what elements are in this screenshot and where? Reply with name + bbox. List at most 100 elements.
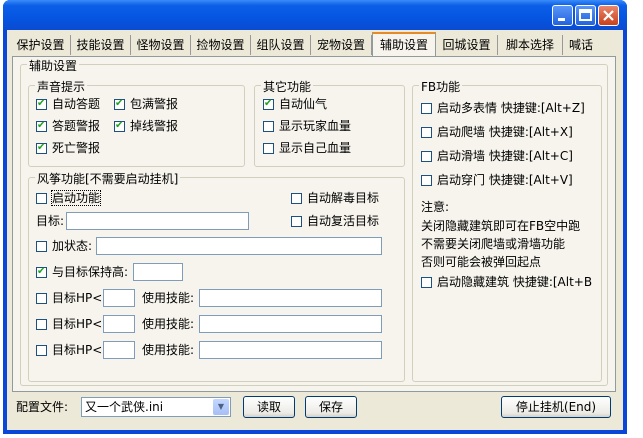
config-file-value: 又一个武侠.ini [85,400,164,414]
tab-skills[interactable]: 技能设置 [71,35,131,55]
maximize-button[interactable] [575,5,596,26]
note-title: 注意: [421,200,450,214]
checkbox-icon [36,97,47,111]
kite-function-title: 风筝功能[不需要启动挂机] [35,170,181,187]
checkbox-icon [263,121,274,132]
checkbox-icon [421,277,432,288]
hide-building-checkbox[interactable]: 启动隐藏建筑 快捷键:[Alt+B [421,274,592,290]
checkbox-label: 包满警报 [130,97,179,111]
skill-input-3[interactable] [199,341,382,359]
checkbox-icon [263,143,274,154]
hp-threshold-checkbox-2[interactable]: 目标HP< [36,316,102,332]
checkbox-label: 显示自己血量 [279,141,352,155]
show-self-hp-checkbox[interactable]: 显示自己血量 [263,140,351,156]
checkbox-label: 加状态: [52,239,93,253]
checkbox-icon [421,127,432,138]
fb-multi-emote-checkbox[interactable]: 启动多表情 快捷键:[Alt+Z] [421,100,585,116]
stop-hangup-button[interactable]: 停止挂机(End) [501,396,611,418]
skill-input-1[interactable] [199,289,382,307]
target-label: 目标: [36,214,65,228]
bag-full-alert-checkbox[interactable]: 包满警报 [114,96,178,112]
keep-distance-checkbox[interactable]: 与目标保持高: [36,264,128,280]
add-state-input[interactable] [96,237,382,255]
checkbox-label: 自动答题 [52,97,101,111]
title-bar[interactable] [3,0,627,30]
checkbox-label: 目标HP< [52,291,103,305]
auto-revive-checkbox[interactable]: 自动复活目标 [291,213,379,229]
tab-pickup[interactable]: 捡物设置 [191,35,251,55]
tab-script[interactable]: 脚本选择 [498,35,563,55]
use-skill-label: 使用技能: [142,291,195,305]
checkbox-icon [421,175,432,186]
kite-enable-checkbox[interactable]: 启动功能 [36,190,102,206]
other-functions-group: 其它功能 自动仙气 显示玩家血量 显示自己血量 [254,78,405,167]
checkbox-label: 启动功能 [50,190,102,206]
add-state-checkbox[interactable]: 加状态: [36,238,92,254]
checkbox-label: 与目标保持高: [52,265,129,279]
window-client: 保护设置 技能设置 怪物设置 捡物设置 组队设置 宠物设置 辅助设置 回城设置 … [7,30,623,430]
tab-shout[interactable]: 喊话 [563,35,599,55]
skill-input-2[interactable] [199,315,382,333]
checkbox-label: 启动滑墙 快捷键:[Alt+C] [437,149,573,163]
checkbox-icon [36,293,47,304]
app-window: 保护设置 技能设置 怪物设置 捡物设置 组队设置 宠物设置 辅助设置 回城设置 … [3,0,627,434]
checkbox-label: 掉线警报 [130,119,179,133]
hp-threshold-checkbox-3[interactable]: 目标HP< [36,342,102,358]
death-alert-checkbox[interactable]: 死亡警报 [36,140,100,156]
config-file-label: 配置文件: [16,400,69,414]
auto-detox-checkbox[interactable]: 自动解毒目标 [291,190,379,206]
answer-alert-checkbox[interactable]: 答题警报 [36,118,100,134]
tab-assist[interactable]: 辅助设置 [372,32,436,56]
checkbox-label: 启动爬墙 快捷键:[Alt+X] [437,125,573,139]
checkbox-label: 目标HP< [52,343,103,357]
close-button[interactable] [598,5,619,26]
checkbox-icon [36,119,47,133]
note-line: 关闭隐藏建筑即可在FB空中跑 [421,219,581,233]
tab-protect[interactable]: 保护设置 [11,35,71,55]
chevron-down-icon[interactable]: ▼ [213,399,229,415]
fb-wall-climb-checkbox[interactable]: 启动爬墙 快捷键:[Alt+X] [421,124,573,140]
kite-function-group: 风筝功能[不需要启动挂机] 启动功能 自动解毒目标 目标: 自动复活目标 加状态… [28,170,405,382]
fb-function-group: FB功能 启动多表情 快捷键:[Alt+Z] 启动爬墙 快捷键:[Alt+X] … [412,78,602,382]
checkbox-label: 目标HP< [52,317,103,331]
sound-alert-group: 声音提示 自动答题 包满警报 答题警报 掉线警报 死亡警报 [28,78,245,167]
checkbox-icon [36,241,47,252]
tab-team[interactable]: 组队设置 [251,35,311,55]
minimize-button[interactable] [552,5,573,26]
note-line: 否则可能会被弹回起点 [421,255,542,269]
use-skill-label: 使用技能: [142,317,195,331]
sound-alert-title: 声音提示 [35,78,88,95]
fb-door-pass-checkbox[interactable]: 启动穿门 快捷键:[Alt+V] [421,172,573,188]
close-icon [603,10,614,21]
target-input[interactable] [66,212,249,230]
tab-return-city[interactable]: 回城设置 [436,35,498,55]
use-skill-label: 使用技能: [142,343,195,357]
checkbox-icon [291,193,302,204]
checkbox-icon [421,103,432,114]
disconnect-alert-checkbox[interactable]: 掉线警报 [114,118,178,134]
fb-wall-slide-checkbox[interactable]: 启动滑墙 快捷键:[Alt+C] [421,148,573,164]
hp-threshold-input-3[interactable] [103,341,135,359]
hp-threshold-input-1[interactable] [103,289,135,307]
checkbox-label: 自动复活目标 [307,214,380,228]
checkbox-label: 启动穿门 快捷键:[Alt+V] [437,173,573,187]
show-player-hp-checkbox[interactable]: 显示玩家血量 [263,118,351,134]
hp-threshold-checkbox-1[interactable]: 目标HP< [36,290,102,306]
minimize-icon [558,18,565,21]
keep-distance-input[interactable] [133,263,183,281]
checkbox-label: 自动仙气 [279,97,328,111]
config-file-select[interactable]: 又一个武侠.ini ▼ [81,397,231,417]
checkbox-icon [36,345,47,356]
save-button[interactable]: 保存 [305,396,357,418]
maximize-icon [579,9,592,21]
checkbox-icon [36,193,47,204]
checkbox-label: 显示玩家血量 [279,119,352,133]
auto-answer-checkbox[interactable]: 自动答题 [36,96,100,112]
tab-pet[interactable]: 宠物设置 [311,35,372,55]
other-functions-title: 其它功能 [261,78,314,95]
tab-monsters[interactable]: 怪物设置 [131,35,191,55]
read-button[interactable]: 读取 [243,396,295,418]
hp-threshold-input-2[interactable] [103,315,135,333]
checkbox-icon [36,319,47,330]
auto-qi-checkbox[interactable]: 自动仙气 [263,96,327,112]
